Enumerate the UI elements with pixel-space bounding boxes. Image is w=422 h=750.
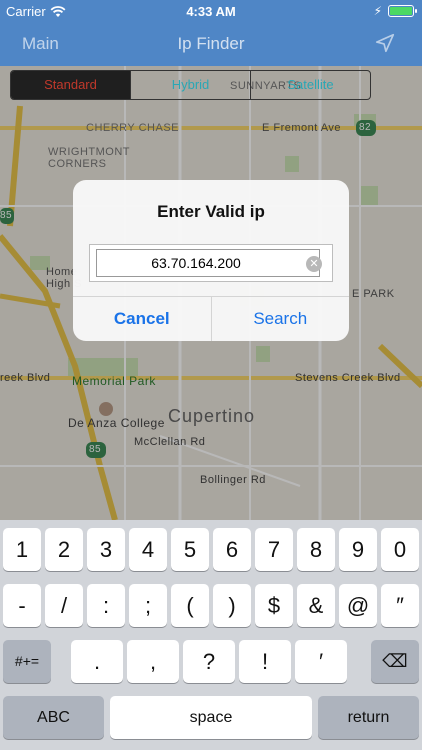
key-period[interactable]: . bbox=[71, 640, 123, 683]
navigation-bar: Main Ip Finder bbox=[0, 22, 422, 66]
key-8[interactable]: 8 bbox=[297, 528, 335, 571]
ip-field-container: ✕ bbox=[89, 244, 333, 282]
alert-actions: Cancel Search bbox=[73, 296, 349, 341]
key-exclamation[interactable]: ! bbox=[239, 640, 291, 683]
clear-icon[interactable]: ✕ bbox=[306, 256, 322, 272]
key-left-paren[interactable]: ( bbox=[171, 584, 209, 627]
keyboard: 1 2 3 4 5 6 7 8 9 0 - / : ; ( ) $ & @ ″ … bbox=[0, 520, 422, 750]
map-type-segmented-control: Standard Hybrid Satellite bbox=[10, 70, 371, 100]
key-return[interactable]: return bbox=[318, 696, 419, 739]
keyboard-row-4: ABC space return bbox=[0, 696, 422, 741]
status-time: 4:33 AM bbox=[186, 4, 236, 19]
backspace-icon[interactable]: ⌫ bbox=[371, 640, 419, 683]
key-1[interactable]: 1 bbox=[3, 528, 41, 571]
ip-alert-dialog: Enter Valid ip ✕ Cancel Search bbox=[73, 180, 349, 341]
segment-satellite[interactable]: Satellite bbox=[250, 71, 370, 99]
key-2[interactable]: 2 bbox=[45, 528, 83, 571]
key-0[interactable]: 0 bbox=[381, 528, 419, 571]
key-abc[interactable]: ABC bbox=[3, 696, 104, 739]
location-arrow-icon[interactable] bbox=[374, 32, 396, 54]
key-more-symbols[interactable]: #+= bbox=[3, 640, 51, 683]
key-semicolon[interactable]: ; bbox=[129, 584, 167, 627]
key-question[interactable]: ? bbox=[183, 640, 235, 683]
keyboard-row-3: #+= . , ? ! ′ ⌫ bbox=[0, 640, 422, 685]
key-3[interactable]: 3 bbox=[87, 528, 125, 571]
key-dollar[interactable]: $ bbox=[255, 584, 293, 627]
key-right-paren[interactable]: ) bbox=[213, 584, 251, 627]
key-quote[interactable]: ″ bbox=[381, 584, 419, 627]
key-5[interactable]: 5 bbox=[171, 528, 209, 571]
key-comma[interactable]: , bbox=[127, 640, 179, 683]
key-4[interactable]: 4 bbox=[129, 528, 167, 571]
charging-icon: ⚡ bbox=[373, 4, 382, 18]
cancel-button[interactable]: Cancel bbox=[73, 297, 212, 341]
keyboard-row-2: - / : ; ( ) $ & @ ″ bbox=[0, 584, 422, 629]
search-button[interactable]: Search bbox=[212, 297, 350, 341]
alert-title: Enter Valid ip bbox=[157, 202, 265, 221]
key-at[interactable]: @ bbox=[339, 584, 377, 627]
top-bar: Carrier 4:33 AM ⚡ Main Ip Finder bbox=[0, 0, 422, 66]
key-slash[interactable]: / bbox=[45, 584, 83, 627]
key-7[interactable]: 7 bbox=[255, 528, 293, 571]
page-title: Ip Finder bbox=[177, 34, 245, 53]
key-space[interactable]: space bbox=[110, 696, 312, 739]
key-colon[interactable]: : bbox=[87, 584, 125, 627]
keyboard-row-1: 1 2 3 4 5 6 7 8 9 0 bbox=[0, 528, 422, 573]
key-apostrophe[interactable]: ′ bbox=[295, 640, 347, 683]
battery-icon bbox=[388, 5, 417, 17]
segment-hybrid[interactable]: Hybrid bbox=[130, 71, 250, 99]
segment-standard[interactable]: Standard bbox=[11, 71, 130, 99]
key-9[interactable]: 9 bbox=[339, 528, 377, 571]
key-hyphen[interactable]: - bbox=[3, 584, 41, 627]
key-ampersand[interactable]: & bbox=[297, 584, 335, 627]
key-6[interactable]: 6 bbox=[213, 528, 251, 571]
status-bar: Carrier 4:33 AM ⚡ bbox=[0, 0, 422, 22]
ip-input[interactable] bbox=[96, 249, 320, 277]
